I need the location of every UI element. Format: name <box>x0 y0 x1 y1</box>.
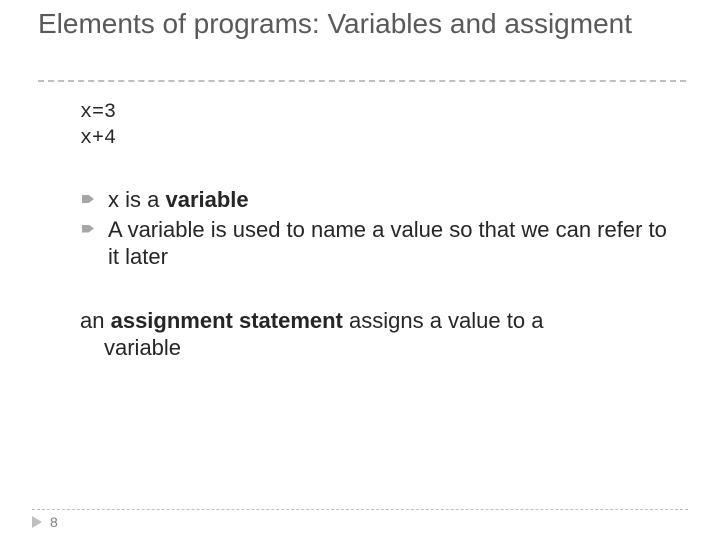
slide: Elements of programs: Variables and assi… <box>0 0 720 540</box>
bullet-text: x is a <box>108 187 165 212</box>
list-item: x is a variable <box>80 186 670 214</box>
title-divider <box>38 80 686 82</box>
bullet-bold: variable <box>165 187 248 212</box>
footer-divider <box>32 509 688 510</box>
para-post: assigns a value to a <box>343 308 544 333</box>
slide-content: x=3 x+4 x is a variable A variable is us… <box>80 100 670 362</box>
bullet-list: x is a variable A variable is used to na… <box>80 186 670 271</box>
slide-title: Elements of programs: Variables and assi… <box>38 8 658 40</box>
page-number: 8 <box>32 514 58 530</box>
paragraph: an assignment statement assigns a value … <box>80 307 670 362</box>
para-line2: variable <box>80 334 670 362</box>
page-number-text: 8 <box>50 514 58 530</box>
code-block: x=3 x+4 <box>80 100 670 152</box>
code-line: x=3 <box>80 100 670 126</box>
para-bold: assignment statement <box>111 308 343 333</box>
code-line: x+4 <box>80 126 670 152</box>
triangle-icon <box>32 516 42 528</box>
list-item: A variable is used to name a value so th… <box>80 216 670 271</box>
bullet-text: A variable is used to name a value so th… <box>108 217 667 270</box>
para-pre: an <box>80 308 111 333</box>
